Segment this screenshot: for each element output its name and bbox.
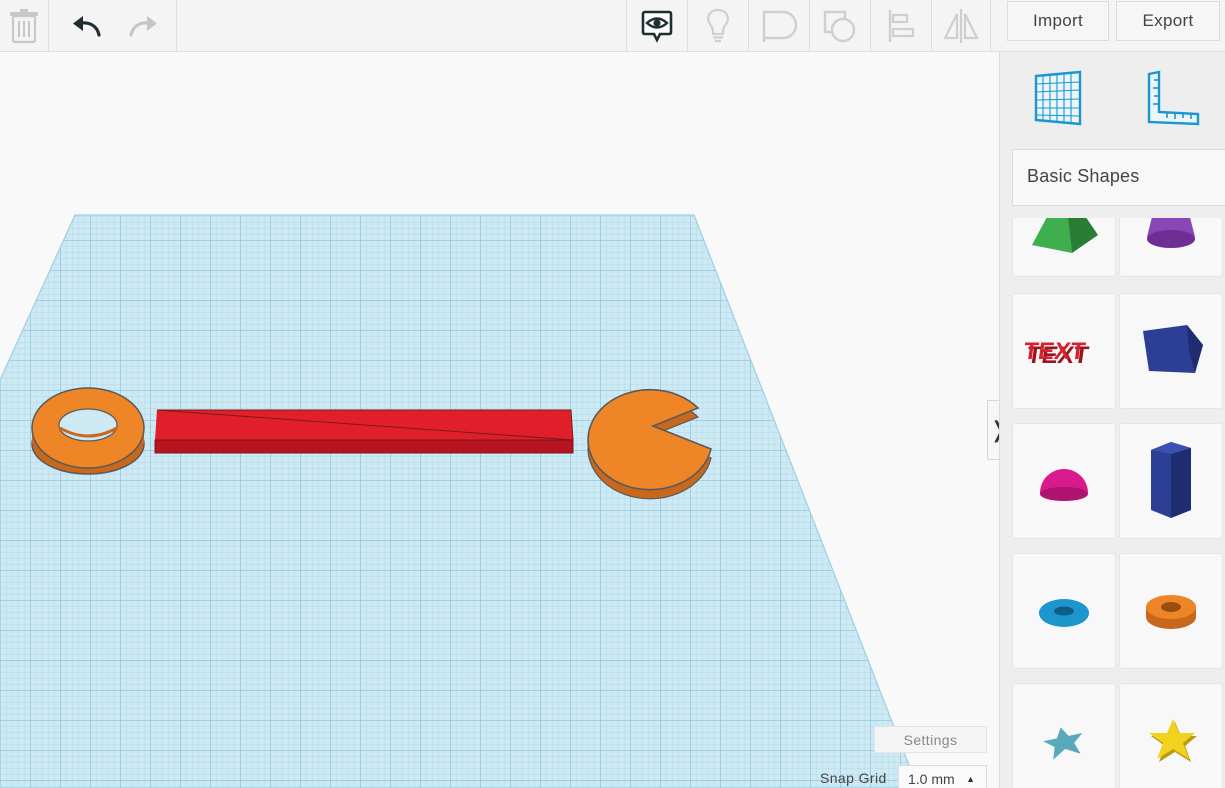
workplane[interactable] (0, 52, 998, 788)
notes-visibility-icon (641, 10, 673, 43)
bar-object[interactable] (154, 409, 574, 454)
pyramid-icon (1032, 218, 1098, 253)
undo-button[interactable] (60, 0, 112, 51)
washer-object[interactable] (31, 387, 145, 475)
hexagonal-prism-icon (1151, 442, 1191, 518)
shape-tile-half-sphere[interactable] (1013, 424, 1115, 538)
group-icon (762, 10, 797, 42)
workplane-icon (1034, 70, 1082, 126)
wrench-head-object[interactable] (587, 388, 712, 500)
settings-button[interactable]: Settings (874, 726, 987, 753)
snap-grid-value: 1.0 mm (908, 771, 955, 787)
shape-tile-pyramid[interactable] (1013, 218, 1115, 276)
workplane-viewport[interactable] (0, 52, 998, 788)
shape-tile-star-yellow[interactable] (1120, 684, 1222, 788)
shapes-grid: TEXT TEXT (1000, 218, 1225, 788)
star-icon (1043, 727, 1083, 760)
export-button[interactable]: Export (1116, 1, 1220, 41)
delete-button[interactable] (0, 0, 48, 51)
ungroup-button[interactable] (810, 0, 870, 51)
ungroup-icon (823, 10, 856, 42)
half-sphere-icon (1040, 469, 1088, 501)
tube-icon (1146, 595, 1196, 629)
ruler-tool-button[interactable] (1144, 68, 1204, 128)
redo-button[interactable] (118, 0, 170, 51)
import-button[interactable]: Import (1007, 1, 1109, 41)
align-icon (888, 9, 915, 42)
snap-grid-select[interactable]: 1.0 mm ▲ (898, 765, 987, 788)
mirror-icon (943, 8, 979, 43)
shapes-panel: Basic Shapes TEXT TEXT (999, 52, 1225, 788)
torus-icon (1039, 599, 1089, 627)
text-shape-icon: TEXT TEXT (1024, 338, 1091, 369)
workplane-tool-button[interactable] (1028, 68, 1088, 128)
shape-tile-cone[interactable] (1120, 218, 1222, 276)
shape-category-select[interactable]: Basic Shapes (1012, 149, 1225, 206)
snap-grid-label: Snap Grid (820, 770, 887, 786)
light-bulb-button[interactable] (688, 0, 748, 51)
redo-icon (129, 15, 157, 37)
shape-tile-hexagonal-prism[interactable] (1120, 424, 1222, 538)
trash-icon (10, 8, 38, 43)
undo-icon (73, 15, 101, 37)
yellow-star-icon (1149, 719, 1197, 762)
light-bulb-icon (707, 8, 729, 42)
workplane-grid (0, 215, 918, 788)
shape-tile-tube[interactable] (1120, 554, 1222, 668)
shape-tile-text[interactable]: TEXT TEXT (1013, 294, 1115, 408)
notes-visibility-button[interactable] (627, 0, 687, 51)
shape-tile-star[interactable] (1013, 684, 1115, 788)
mirror-button[interactable] (932, 0, 990, 51)
group-button[interactable] (749, 0, 809, 51)
align-button[interactable] (871, 0, 931, 51)
cone-icon (1147, 218, 1195, 248)
shape-tile-torus[interactable] (1013, 554, 1115, 668)
ruler-icon (1147, 70, 1200, 126)
shape-tile-polygon[interactable] (1120, 294, 1222, 408)
toolbar: Import Export (0, 0, 1225, 52)
svg-text:TEXT: TEXT (1024, 338, 1087, 365)
polygon-icon (1143, 325, 1203, 373)
caret-up-icon: ▲ (966, 774, 975, 784)
